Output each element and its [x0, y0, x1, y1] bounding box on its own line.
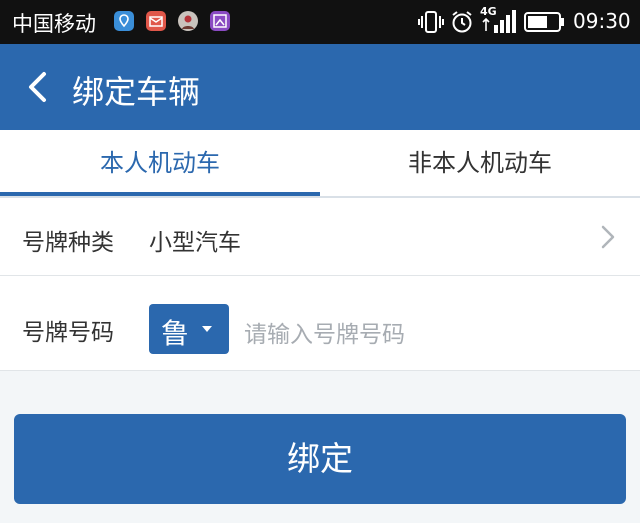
mail-icon: [146, 11, 166, 31]
signal-icon: [480, 9, 516, 39]
tab-bar: 本人机动车 非本人机动车: [0, 130, 640, 198]
alarm-icon: [449, 9, 475, 39]
app-header: 绑定车辆: [0, 44, 640, 130]
clock: 09:30: [573, 9, 631, 33]
gallery-icon: [210, 11, 230, 31]
page-title: 绑定车辆: [72, 73, 201, 111]
battery-icon: [524, 12, 566, 36]
back-button[interactable]: [22, 64, 58, 110]
carrier-name: 中国移动: [12, 12, 96, 36]
caret-down-icon: [202, 326, 212, 332]
tab-own-vehicle[interactable]: 本人机动车: [0, 130, 320, 196]
map-pin-icon: [114, 11, 134, 31]
plate-type-value: 小型汽车: [149, 230, 241, 256]
tab-other-vehicle[interactable]: 非本人机动车: [320, 130, 640, 196]
avatar-icon: [178, 11, 198, 31]
row-divider: [0, 370, 640, 371]
plate-number-row: 号牌号码 鲁 请输入号牌号码: [0, 276, 640, 370]
plate-number-label: 号牌号码: [22, 320, 114, 346]
plate-number-input[interactable]: 请输入号牌号码: [244, 315, 405, 349]
plate-type-row[interactable]: 号牌种类 小型汽车: [0, 198, 640, 275]
bind-button[interactable]: 绑定: [14, 414, 626, 504]
vibrate-icon: [418, 10, 444, 38]
status-bar: 中国移动 4G 09:30: [0, 0, 640, 44]
province-value: 鲁: [161, 317, 190, 350]
chevron-right-icon: [598, 222, 618, 252]
plate-type-label: 号牌种类: [22, 230, 114, 256]
province-selector[interactable]: 鲁: [149, 304, 229, 354]
